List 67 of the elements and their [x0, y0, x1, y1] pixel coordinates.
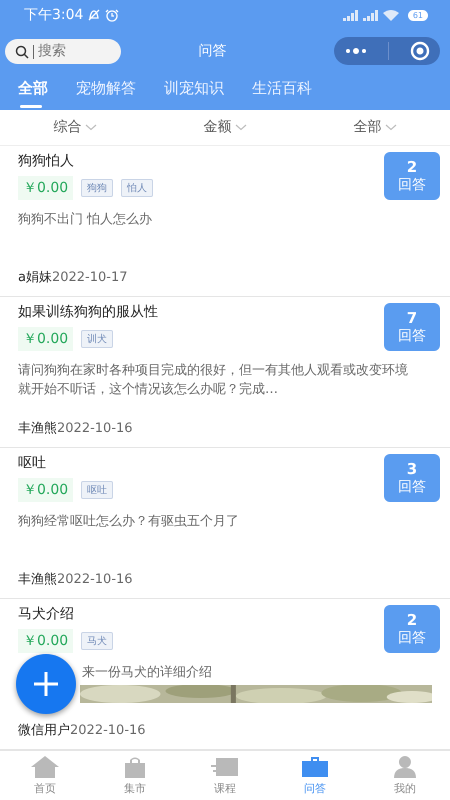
question-description: 狗狗不出门 怕人怎么办	[18, 210, 152, 229]
answer-label: 回答	[398, 478, 426, 496]
page-title: 问答	[198, 42, 228, 60]
chevron-down-icon	[234, 124, 246, 131]
category-tab[interactable]: 宠物解答	[66, 72, 146, 110]
answer-label: 回答	[398, 326, 426, 345]
tag: 呕吐	[81, 480, 114, 499]
question-description: 来一份马犬的详细介绍	[82, 664, 212, 682]
question-description: 狗狗经常呕吐怎么办？有驱虫五个月了	[18, 512, 239, 531]
category-tab[interactable]: 生活百科	[242, 72, 322, 110]
reward-price: ￥0.00	[18, 176, 74, 200]
chevron-down-icon	[384, 124, 396, 131]
tab-bar-item[interactable]: 问答	[270, 750, 360, 800]
category-tab[interactable]: 全部	[8, 72, 58, 110]
filter-dropdown[interactable]: 综合	[0, 110, 150, 145]
alarm-icon	[105, 8, 120, 22]
post-date: 2022-10-17	[52, 270, 128, 285]
question-description: 请问狗狗在家时各种项目完成的很好，但一有其他人观看或改变环境就开始不听话，这个情况该怎么办呢？完成…	[18, 362, 409, 399]
answer-count-badge[interactable]: 3 回答	[384, 454, 440, 502]
answer-count: 7	[406, 308, 418, 327]
tag: 怕人	[121, 178, 154, 197]
tag: 训犬	[81, 330, 114, 348]
close-icon[interactable]	[410, 41, 430, 61]
reward-price: ￥0.00	[18, 478, 74, 502]
author-name: 丰渔熊	[18, 420, 57, 436]
plus-icon	[32, 670, 60, 698]
tab-bar-item[interactable]: 集市	[90, 750, 180, 800]
signal-icon	[342, 9, 358, 21]
status-time: 下午3:04	[24, 6, 84, 24]
house-icon	[30, 754, 60, 779]
answer-count-badge[interactable]: 7 回答	[384, 302, 440, 351]
tab-bar-item[interactable]: 首页	[0, 750, 90, 800]
filter-dropdown[interactable]: 全部	[300, 110, 450, 145]
question-title[interactable]: 呕吐	[18, 454, 114, 472]
question-title[interactable]: 狗狗怕人	[18, 152, 154, 170]
tag: 马犬	[81, 632, 114, 650]
author-name: a娟妹	[18, 270, 52, 285]
answer-label: 回答	[398, 176, 426, 194]
post-date: 2022-10-16	[57, 420, 133, 436]
answer-count: 3	[406, 460, 418, 478]
answer-label: 回答	[398, 628, 426, 647]
search-field[interactable]: 搜索	[5, 38, 121, 64]
signal-icon	[362, 9, 378, 21]
briefcase-icon	[300, 754, 330, 779]
tag: 狗狗	[81, 178, 114, 197]
tab-bar-item[interactable]: 课程	[180, 750, 270, 800]
filter-dropdown[interactable]: 金额	[150, 110, 300, 145]
answer-count: 2	[406, 158, 418, 176]
tab-bar-item[interactable]: 我的	[360, 750, 450, 800]
more-icon[interactable]	[344, 47, 366, 55]
reward-price: ￥0.00	[18, 326, 74, 351]
category-tab[interactable]: 训宠知识	[154, 72, 234, 110]
post-date: 2022-10-16	[70, 722, 146, 738]
battery-icon: 61	[408, 10, 428, 20]
chevron-down-icon	[84, 124, 96, 131]
author-name: 微信用户	[18, 722, 70, 738]
answer-count-badge[interactable]: 2 回答	[384, 152, 440, 200]
question-title[interactable]: 马犬介绍	[18, 604, 114, 623]
add-question-button[interactable]	[16, 654, 76, 714]
answer-count: 2	[406, 610, 418, 629]
reward-price: ￥0.00	[18, 628, 74, 653]
post-date: 2022-10-16	[57, 572, 133, 587]
wifi-icon	[382, 9, 400, 21]
mute-icon	[87, 9, 102, 21]
question-title[interactable]: 如果训练狗狗的服从性	[18, 302, 158, 321]
answer-count-badge[interactable]: 2 回答	[384, 604, 440, 653]
author-name: 丰渔熊	[18, 572, 57, 587]
